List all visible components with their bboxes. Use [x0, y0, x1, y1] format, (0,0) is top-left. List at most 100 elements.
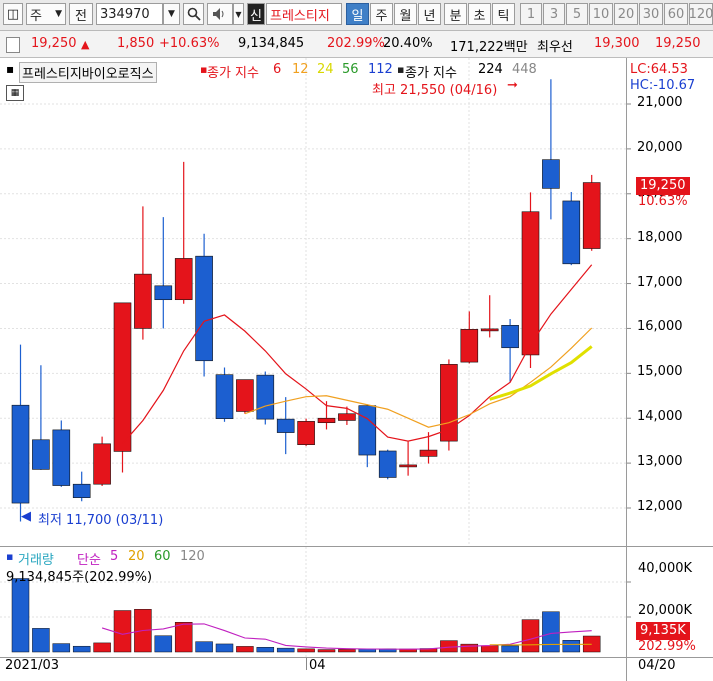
volume-bar [542, 611, 560, 653]
price-tick-label: 12,000 [637, 499, 683, 514]
ma2-legend-icon: ▪ [397, 63, 405, 76]
volume-chart[interactable] [0, 547, 713, 657]
price-tick-label: 17,000 [637, 274, 683, 290]
candle-body [317, 417, 336, 424]
volume-bar [460, 643, 479, 653]
ma-legend-label: 종가 지수 [207, 66, 259, 81]
quote-bar: 19,250 ▲ 1,850 +10.63% 9,134,845 202.99%… [0, 31, 713, 58]
chart-menu-icon[interactable]: ◫ [3, 3, 23, 25]
candle-body [419, 449, 438, 457]
date-axis: 2021/03 04 04/20 [0, 658, 713, 681]
code-dropdown-icon[interactable]: ▼ [163, 3, 180, 25]
interval-30[interactable]: 30 [639, 3, 663, 25]
price-tick-label: 14,000 [637, 409, 683, 425]
volume-bar [501, 645, 519, 653]
tab-minute[interactable]: 분 [444, 3, 467, 25]
volume-bar [297, 648, 315, 653]
volume-panel[interactable]: ▪ 거래량 단순 5 20 60 120 9,134,845주(202.99%)… [0, 547, 713, 658]
speaker-dropdown-icon[interactable]: ▼ [233, 3, 244, 25]
search-icon[interactable] [183, 3, 204, 25]
interval-1[interactable]: 1 [520, 3, 542, 25]
tab-week[interactable]: 주 [370, 3, 393, 25]
volume-bar [72, 645, 91, 653]
volume-bar [215, 643, 234, 653]
vol-ma-20-label: 20 [128, 549, 145, 564]
ma-12-line [244, 327, 593, 428]
candle-body [338, 413, 356, 421]
candle-body [215, 374, 234, 419]
stock-name: 프레스티지 [266, 3, 342, 25]
price-chart[interactable] [0, 58, 713, 546]
speaker-icon[interactable] [207, 3, 233, 25]
candle-body [460, 329, 479, 363]
volume-bar [236, 646, 254, 653]
interval-20[interactable]: 20 [614, 3, 638, 25]
candle-body [195, 255, 213, 362]
date-tick [306, 658, 307, 670]
price-tick-label: 15,000 [637, 364, 683, 380]
candle-body [174, 258, 193, 301]
candle-body [297, 421, 315, 446]
candle-body [582, 182, 601, 249]
vol-ma-120-label: 120 [180, 549, 205, 564]
price-change: 1,850 [117, 36, 155, 51]
interval-5[interactable]: 5 [566, 3, 588, 25]
interval-60[interactable]: 60 [664, 3, 688, 25]
volume-bar [338, 649, 356, 653]
volume-bar [521, 619, 540, 653]
ma-112-label: 112 [368, 62, 393, 77]
chart-stock-name[interactable]: 프레스티지바이오로직스 [19, 62, 157, 83]
turnover-rate: 20.40% [383, 36, 433, 51]
ask-price: 19,300 [594, 36, 640, 51]
tab-month[interactable]: 월 [394, 3, 417, 25]
volume-bar [113, 610, 132, 653]
high-annotation: 최고 21,550 (04/16) [372, 83, 498, 98]
volume-ratio: 202.99% [327, 36, 385, 51]
up-arrow-icon: ▲ [81, 38, 90, 51]
ma-6-line [122, 264, 593, 445]
ma-6-label: 6 [273, 62, 282, 77]
candle-body [236, 379, 254, 412]
ma-24-label: 24 [317, 62, 334, 77]
price-panel[interactable]: ▪ 프레스티지바이오로직스 ▪ 종가 지수 6 12 24 56 112 ▪ 종… [0, 58, 713, 547]
interval-10[interactable]: 10 [589, 3, 613, 25]
interval-3[interactable]: 3 [543, 3, 565, 25]
volume-bar [11, 578, 30, 653]
date-label-mid: 04 [309, 658, 326, 673]
prev-button[interactable]: 전 [69, 3, 93, 25]
volume-bar [52, 643, 71, 653]
grid-table-icon[interactable]: ▦ [6, 85, 24, 101]
date-label-start: 2021/03 [5, 658, 60, 673]
candle-body [399, 464, 417, 468]
tab-year[interactable]: 년 [418, 3, 441, 25]
quote-checkbox[interactable] [6, 37, 20, 53]
price-tick-label: 20,000 [637, 139, 683, 155]
market-type-select[interactable]: 주 ▼ [26, 3, 66, 25]
candle-body [113, 302, 132, 452]
interval-120[interactable]: 120 [689, 3, 713, 25]
tab-day[interactable]: 일 [346, 3, 369, 25]
hc-value: HC:-10.67 [630, 78, 696, 93]
tab-second[interactable]: 초 [468, 3, 491, 25]
new-stock-button[interactable]: 신 [247, 3, 265, 25]
volume-bar [256, 647, 275, 653]
candle-body [154, 285, 173, 301]
candle-body [521, 211, 540, 356]
candle-body [378, 450, 397, 478]
ma-56-label: 56 [342, 62, 359, 77]
stock-code-input[interactable]: 334970 [96, 3, 163, 25]
ma-448-label: 448 [512, 62, 537, 77]
price-tick-label: 18,000 [637, 229, 683, 245]
vol-ma-20-line [489, 643, 592, 646]
candle-body [542, 159, 560, 189]
candle-body [32, 439, 50, 470]
chart-options-icon[interactable]: ▪ [6, 62, 14, 76]
axis-separator [626, 58, 627, 681]
volume-bar [93, 642, 111, 653]
vol-ma-60-label: 60 [154, 549, 171, 564]
low-annotation: 최저 11,700 (03/11) [38, 513, 164, 528]
price-tick-label: 16,000 [637, 319, 683, 335]
bid-price: 19,250 [655, 36, 701, 51]
tab-tick[interactable]: 틱 [492, 3, 515, 25]
candle-body [276, 418, 295, 433]
